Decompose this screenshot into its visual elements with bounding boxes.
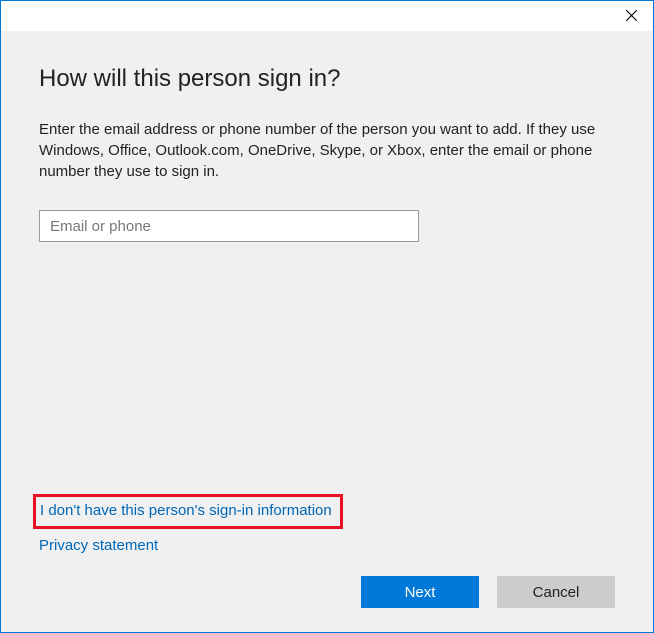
highlight-box: I don't have this person's sign-in infor… (33, 494, 343, 529)
privacy-statement-link[interactable]: Privacy statement (39, 537, 343, 554)
dialog-content: How will this person sign in? Enter the … (1, 31, 653, 632)
email-phone-input[interactable] (39, 210, 419, 242)
dialog-window: How will this person sign in? Enter the … (0, 0, 654, 633)
close-button[interactable] (609, 1, 653, 29)
button-row: Next Cancel (361, 576, 615, 608)
description-text: Enter the email address or phone number … (39, 119, 604, 182)
close-icon (626, 10, 637, 21)
next-button[interactable]: Next (361, 576, 479, 608)
cancel-button[interactable]: Cancel (497, 576, 615, 608)
no-signin-info-link[interactable]: I don't have this person's sign-in infor… (40, 502, 332, 519)
page-title: How will this person sign in? (39, 65, 615, 93)
titlebar (1, 1, 653, 31)
links-area: I don't have this person's sign-in infor… (39, 494, 343, 554)
